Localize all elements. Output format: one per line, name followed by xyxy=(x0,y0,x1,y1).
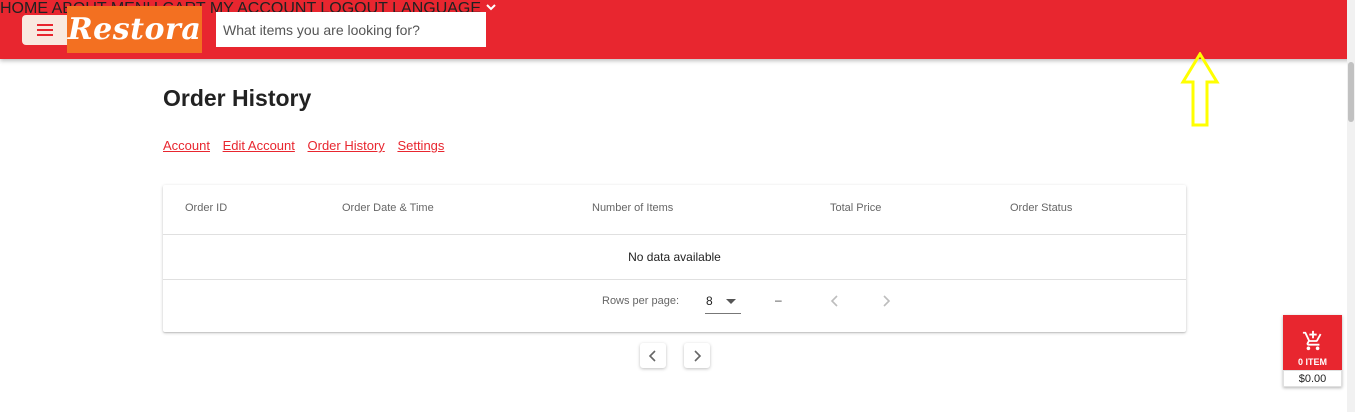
next-page-button[interactable] xyxy=(877,292,895,310)
settings-link[interactable]: Settings xyxy=(397,138,444,153)
chevron-left-icon xyxy=(830,295,838,307)
previous-page-button[interactable] xyxy=(826,292,844,310)
floating-cart-button[interactable]: 0 ITEM $0.00 xyxy=(1283,315,1342,387)
chevron-right-icon xyxy=(694,349,702,362)
column-header-total-price[interactable]: Total Price xyxy=(830,202,881,214)
cart-total-price: $0.00 xyxy=(1283,370,1342,387)
outer-next-button[interactable] xyxy=(684,343,710,368)
hamburger-menu-button[interactable] xyxy=(22,15,67,45)
order-history-table: Order ID Order Date & Time Number of Ite… xyxy=(163,185,1186,332)
column-header-number-of-items[interactable]: Number of Items xyxy=(592,202,673,214)
caret-down-icon xyxy=(726,299,736,304)
account-link[interactable]: Account xyxy=(163,138,210,153)
chevron-down-icon xyxy=(486,4,496,11)
table-header: Order ID Order Date & Time Number of Ite… xyxy=(163,185,1186,235)
column-header-order-id[interactable]: Order ID xyxy=(185,202,227,214)
column-header-order-status[interactable]: Order Status xyxy=(1010,202,1072,214)
column-header-order-date[interactable]: Order Date & Time xyxy=(342,202,434,214)
rows-per-page-select[interactable]: 8 xyxy=(705,291,741,314)
search-input[interactable] xyxy=(216,12,486,47)
chevron-right-icon xyxy=(883,295,891,307)
up-arrow-annotation-icon xyxy=(1180,52,1220,127)
logo-text: Restora xyxy=(67,12,202,47)
rows-per-page-value: 8 xyxy=(706,294,713,308)
rows-per-page-label: Rows per page: xyxy=(602,295,680,307)
outer-previous-button[interactable] xyxy=(640,343,666,368)
add-shopping-cart-icon xyxy=(1302,330,1322,351)
table-footer: Rows per page: 8 – xyxy=(163,280,1186,332)
top-navbar: Restora HOME ABOUT MENU CART MY ACCOUNT … xyxy=(0,0,1355,59)
chevron-left-icon xyxy=(648,349,656,362)
edit-account-link[interactable]: Edit Account xyxy=(223,138,295,153)
pagination-range: – xyxy=(775,293,782,307)
order-history-link[interactable]: Order History xyxy=(308,138,385,153)
page-scrollbar[interactable] xyxy=(1347,0,1355,412)
restora-logo[interactable]: Restora xyxy=(67,6,202,53)
empty-table-message: No data available xyxy=(163,235,1186,280)
scrollbar-thumb[interactable] xyxy=(1348,62,1354,122)
account-subnav: Account Edit Account Order History Setti… xyxy=(163,138,444,153)
hamburger-icon xyxy=(36,24,53,36)
cart-item-count: 0 ITEM xyxy=(1297,357,1327,367)
page-title: Order History xyxy=(163,85,312,111)
